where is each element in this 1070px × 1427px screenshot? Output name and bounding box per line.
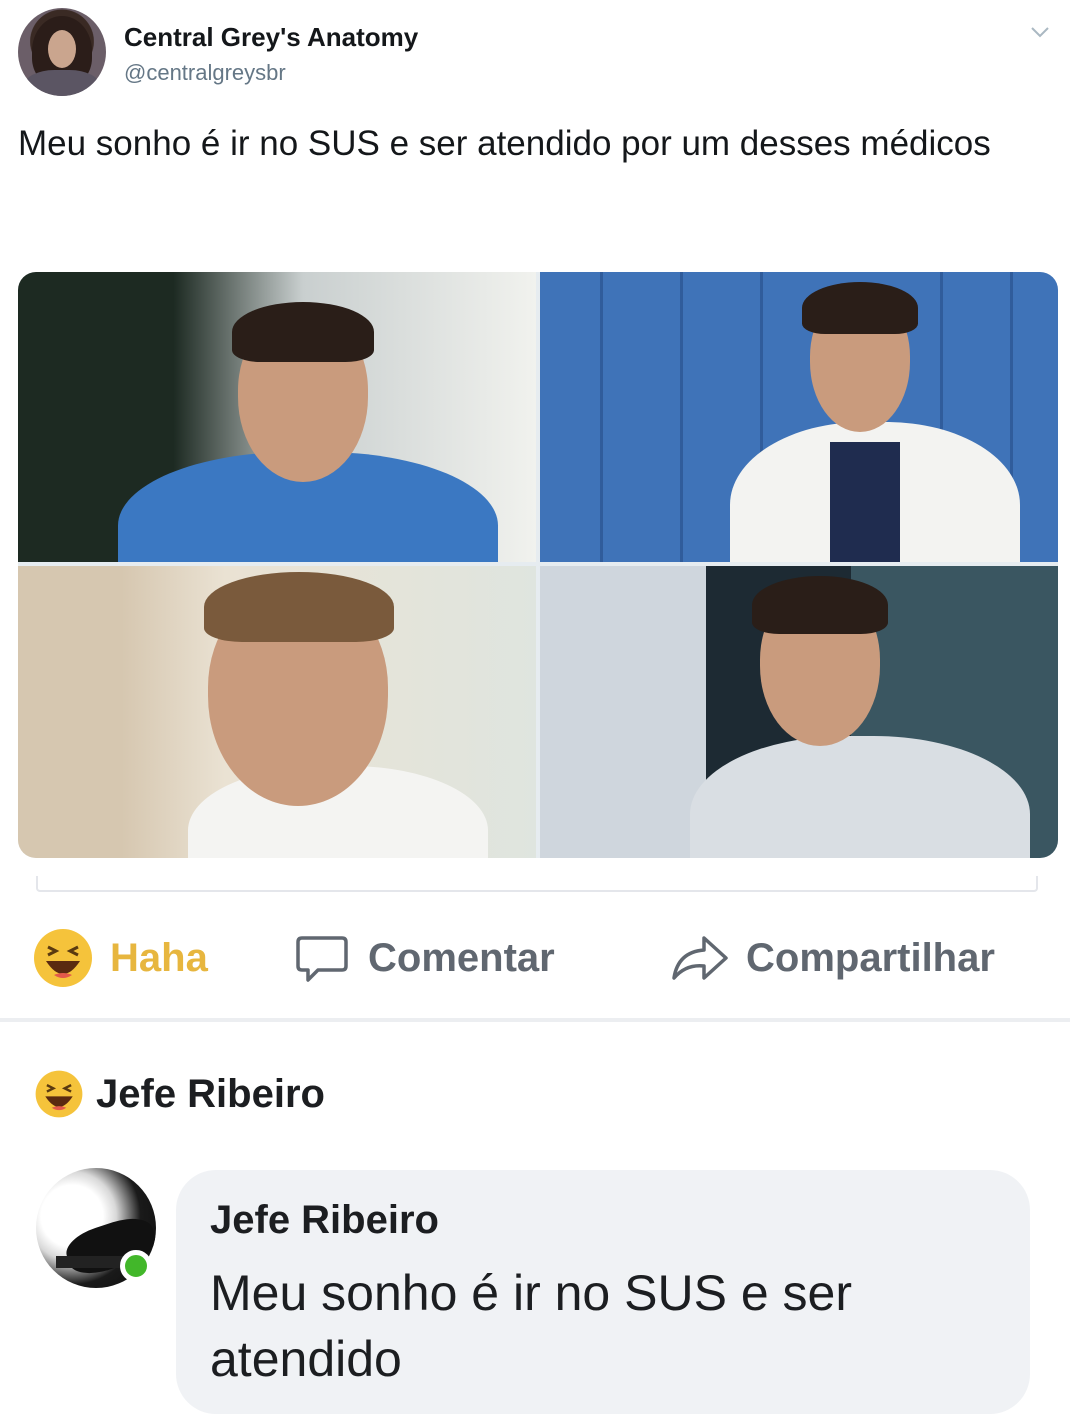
post-actions: Haha Comentar Compartilhar — [0, 918, 1070, 998]
section-divider — [0, 1018, 1070, 1022]
account-avatar[interactable] — [18, 8, 106, 96]
reactions-bar — [36, 876, 1038, 892]
comment-author[interactable]: Jefe Ribeiro — [210, 1198, 439, 1243]
chevron-down-icon[interactable] — [1028, 20, 1052, 44]
reaction-row: Jefe Ribeiro — [34, 1064, 325, 1124]
haha-emoji-icon — [34, 929, 92, 987]
doctor-photo-2[interactable] — [540, 272, 1058, 562]
tweet-text: Meu sonho é ir no SUS e ser atendido por… — [18, 124, 991, 163]
account-handle[interactable]: @centralgreysbr — [124, 60, 286, 86]
doctor-photo-4[interactable] — [540, 566, 1058, 858]
reactor-name[interactable]: Jefe Ribeiro — [96, 1072, 325, 1117]
comment-bubble-icon — [296, 936, 348, 982]
tweet-header: Central Grey's Anatomy @centralgreysbr — [18, 8, 1058, 98]
account-display-name[interactable]: Central Grey's Anatomy — [124, 22, 418, 53]
haha-label: Haha — [110, 935, 208, 980]
doctor-photo-1[interactable] — [18, 272, 536, 562]
screenshot-page: Central Grey's Anatomy @centralgreysbr M… — [0, 0, 1070, 1427]
comment-label: Comentar — [368, 935, 555, 980]
comment-bubble: Jefe Ribeiro Meu sonho é ir no SUS e ser… — [176, 1170, 1030, 1414]
share-arrow-icon — [672, 936, 728, 980]
comment-text: Meu sonho é ir no SUS e ser atendido — [210, 1265, 852, 1387]
tweet-photo-grid[interactable] — [18, 272, 1058, 858]
online-status-dot — [120, 1250, 152, 1282]
haha-emoji-icon — [35, 1070, 83, 1118]
share-label: Compartilhar — [746, 935, 995, 980]
comment-button[interactable]: Comentar — [292, 918, 555, 998]
share-button[interactable]: Compartilhar — [668, 918, 995, 998]
doctor-photo-3[interactable] — [18, 566, 536, 858]
haha-button[interactable]: Haha — [32, 918, 208, 998]
